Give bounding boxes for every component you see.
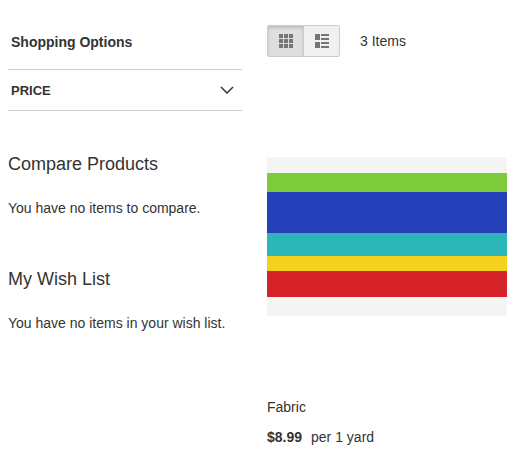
wishlist-title: My Wish List (8, 267, 242, 291)
chevron-down-icon (220, 86, 234, 94)
sidebar: Shopping Options PRICE Compare Products You… (8, 0, 242, 456)
grid-mode-button[interactable] (267, 25, 304, 57)
list-icon (315, 34, 329, 48)
shopping-options-title: Shopping Options (8, 0, 242, 70)
product-photo[interactable] (267, 157, 507, 316)
catalog-page: Shopping Options PRICE Compare Products You… (0, 0, 510, 456)
compare-title: Compare Products (8, 152, 242, 176)
toolbar: 3 Items (267, 25, 510, 57)
item-count: 3 Items (360, 33, 406, 49)
product-price: $8.99 (267, 427, 302, 447)
product-area: 3 Items Fabric $8.99 per 1 yard (267, 0, 510, 456)
compare-message: You have no items to compare. (8, 198, 242, 218)
wishlist-message: You have no items in your wish list. (8, 313, 242, 333)
filter-label: PRICE (11, 83, 51, 98)
product-card[interactable]: Fabric $8.99 per 1 yard (267, 157, 510, 447)
product-name[interactable]: Fabric (267, 397, 510, 417)
list-mode-button[interactable] (303, 25, 340, 57)
price-row: $8.99 per 1 yard (267, 427, 510, 447)
filter-row[interactable]: PRICE (8, 70, 242, 111)
price-unit: per 1 yard (311, 427, 374, 447)
grid-icon (279, 34, 293, 48)
